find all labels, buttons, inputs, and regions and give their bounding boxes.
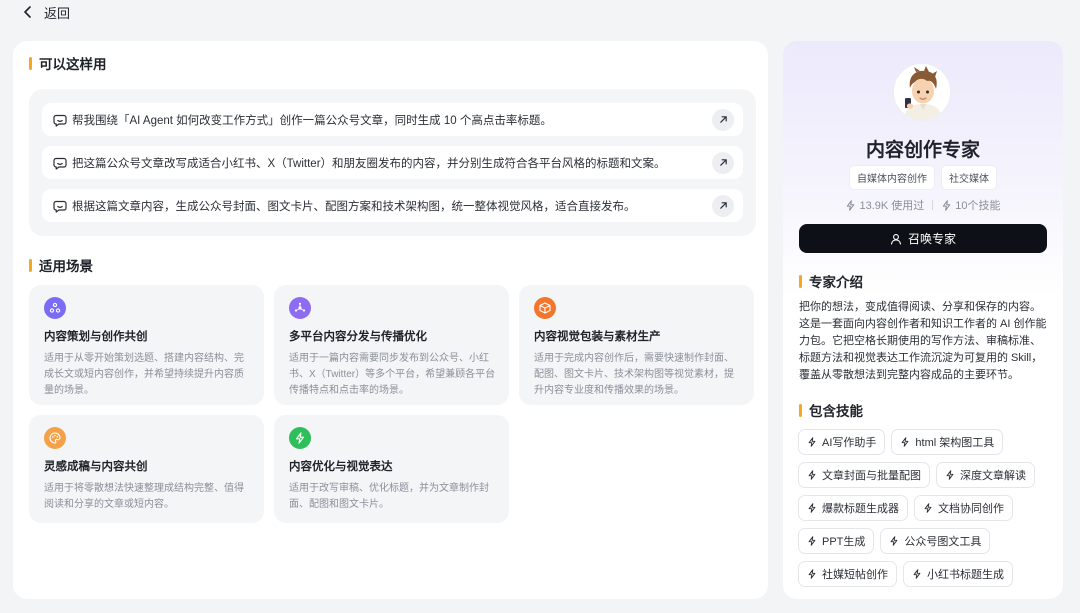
bolt-icon [924, 503, 932, 513]
scene-card-inspiration[interactable]: 灵感成稿与内容共创 适用于将零散想法快速整理成结构完整、值得阅读和分享的文章或短… [29, 415, 264, 523]
chevron-left-icon [24, 6, 31, 18]
bolt-icon [891, 536, 898, 546]
expert-tag: 自媒体内容创作 [849, 165, 935, 190]
expert-intro: 把你的想法，变成值得阅读、分享和保存的内容。这是一套面向内容创作者和知识工作者的… [799, 301, 1047, 381]
bolt-icon [289, 427, 311, 449]
scene-card-content-planning[interactable]: 内容策划与创作共创 适用于从零开始策划选题、搭建内容结构、完成长文或短内容创作，… [29, 285, 264, 405]
summon-expert-button[interactable]: 召唤专家 [799, 224, 1047, 253]
skill-chip[interactable]: 深度文章解读 [936, 462, 1035, 488]
intro-section-title: 专家介绍 [799, 273, 863, 290]
scene-card-visual-packaging[interactable]: 内容视觉包装与素材生产 适用于完成内容创作后，需要快速制作封面、配图、图文卡片、… [519, 285, 754, 405]
back-button[interactable]: 返回 [22, 3, 70, 22]
scene-card-desc: 适用于将零散想法快速整理成结构完整、值得阅读和分享的文章或短内容。 [44, 483, 244, 510]
prompt-item-1[interactable]: 帮我围绕「AI Agent 如何改变工作方式」创作一篇公众号文章，同时生成 10… [42, 103, 743, 136]
scene-card-title: 灵感成稿与内容共创 [44, 461, 148, 473]
avatar [893, 63, 951, 121]
palette-icon [44, 427, 66, 449]
box-icon [534, 297, 556, 319]
prompt-item-2[interactable]: 把这篇公众号文章改写成适合小红书、X（Twitter）和朋友圈发布的内容，并分别… [42, 146, 743, 179]
bolt-icon [943, 199, 951, 211]
bolt-icon [847, 199, 855, 211]
bolt-icon [902, 437, 909, 447]
prompt-text: 把这篇公众号文章改写成适合小红书、X（Twitter）和朋友圈发布的内容，并分别… [72, 157, 666, 170]
skills-count: 10个技能 [941, 197, 1001, 213]
divider [932, 200, 934, 210]
expert-tag: 社交媒体 [941, 165, 997, 190]
bolt-icon [808, 569, 816, 579]
usage-panel: 可以这样用 帮我围绕「AI Agent 如何改变工作方式」创作一篇公众号文章，同… [13, 41, 768, 599]
scene-card-multi-platform[interactable]: 多平台内容分发与传播优化 适用于一篇内容需要同步发布到公众号、小红书、X（Twi… [274, 285, 509, 405]
skills-section-title: 包含技能 [799, 402, 863, 419]
scene-card-title: 内容视觉包装与素材生产 [534, 331, 661, 343]
title-accent-bar [799, 403, 802, 417]
skill-chip[interactable]: 爆款标题生成器 [798, 495, 908, 521]
chat-icon [53, 157, 67, 170]
title-accent-bar [29, 56, 32, 70]
share-icon [289, 297, 311, 319]
prompt-item-3[interactable]: 根据这篇文章内容，生成公众号封面、图文卡片、配图方案和技术架构图，统一整体视觉风… [42, 189, 743, 222]
arrow-up-right-icon[interactable] [712, 108, 734, 131]
usage-section-title: 可以这样用 [29, 55, 752, 72]
skill-chip[interactable]: 文档协同创作 [914, 495, 1013, 521]
scene-card-desc: 适用于完成内容创作后，需要快速制作封面、配图、图文卡片、技术架构图等视觉素材，提… [534, 353, 734, 396]
skill-chip[interactable]: html 架构图工具 [891, 429, 1004, 455]
top-bar: 返回 [0, 0, 1080, 24]
title-accent-bar [799, 274, 802, 288]
arrow-up-right-icon[interactable] [712, 151, 734, 174]
scenes-section-title: 适用场景 [29, 257, 752, 274]
bolt-icon [808, 503, 816, 513]
skill-list: AI写作助手 html 架构图工具 文章封面与批量配图 深度文章解读 爆款标题生… [798, 429, 1050, 587]
prompt-list: 帮我围绕「AI Agent 如何改变工作方式」创作一篇公众号文章，同时生成 10… [29, 89, 756, 236]
expert-tags: 自媒体内容创作 社交媒体 [783, 165, 1063, 190]
skill-chip[interactable]: 社媒短帖创作 [798, 561, 897, 587]
chat-icon [53, 200, 67, 213]
scene-card-title: 多平台内容分发与传播优化 [289, 331, 427, 343]
bolt-icon [946, 470, 954, 480]
skill-chip[interactable]: 文章封面与批量配图 [798, 462, 930, 488]
scene-card-title: 内容策划与创作共创 [44, 331, 148, 343]
back-label: 返回 [44, 5, 71, 21]
expert-stats: 13.9K 使用过 10个技能 [783, 197, 1063, 213]
bolt-icon [913, 569, 921, 579]
plan-icon [44, 297, 66, 319]
expert-panel: 内容创作专家 自媒体内容创作 社交媒体 13.9K 使用过 10个技能 召唤专家… [783, 41, 1063, 599]
skill-chip[interactable]: AI写作助手 [798, 429, 886, 455]
bolt-icon [808, 536, 816, 546]
user-icon [890, 233, 902, 245]
arrow-up-right-icon[interactable] [712, 194, 734, 217]
scene-card-optimization[interactable]: 内容优化与视觉表达 适用于改写审稿、优化标题，并为文章制作封面、配图和图文卡片。 [274, 415, 509, 523]
chat-icon [53, 114, 67, 127]
skill-chip[interactable]: PPT生成 [798, 528, 875, 554]
title-accent-bar [29, 258, 32, 272]
scene-card-desc: 适用于从零开始策划选题、搭建内容结构、完成长文或短内容创作，并希望持续提升内容质… [44, 353, 244, 396]
prompt-text: 帮我围绕「AI Agent 如何改变工作方式」创作一篇公众号文章，同时生成 10… [72, 114, 552, 127]
scene-card-desc: 适用于改写审稿、优化标题，并为文章制作封面、配图和图文卡片。 [289, 483, 489, 510]
bolt-icon [808, 470, 816, 480]
skill-chip[interactable]: 小红书标题生成 [903, 561, 1013, 587]
scene-grid: 内容策划与创作共创 适用于从零开始策划选题、搭建内容结构、完成长文或短内容创作，… [29, 285, 754, 523]
scene-card-title: 内容优化与视觉表达 [289, 461, 393, 473]
scene-card-desc: 适用于一篇内容需要同步发布到公众号、小红书、X（Twitter）等多个平台，希望… [289, 353, 496, 396]
expert-name: 内容创作专家 [865, 140, 980, 161]
prompt-text: 根据这篇文章内容，生成公众号封面、图文卡片、配图方案和技术架构图，统一整体视觉风… [72, 200, 636, 213]
skill-chip[interactable]: 公众号图文工具 [880, 528, 991, 554]
bolt-icon [808, 437, 816, 447]
usage-count: 13.9K 使用过 [845, 197, 924, 213]
